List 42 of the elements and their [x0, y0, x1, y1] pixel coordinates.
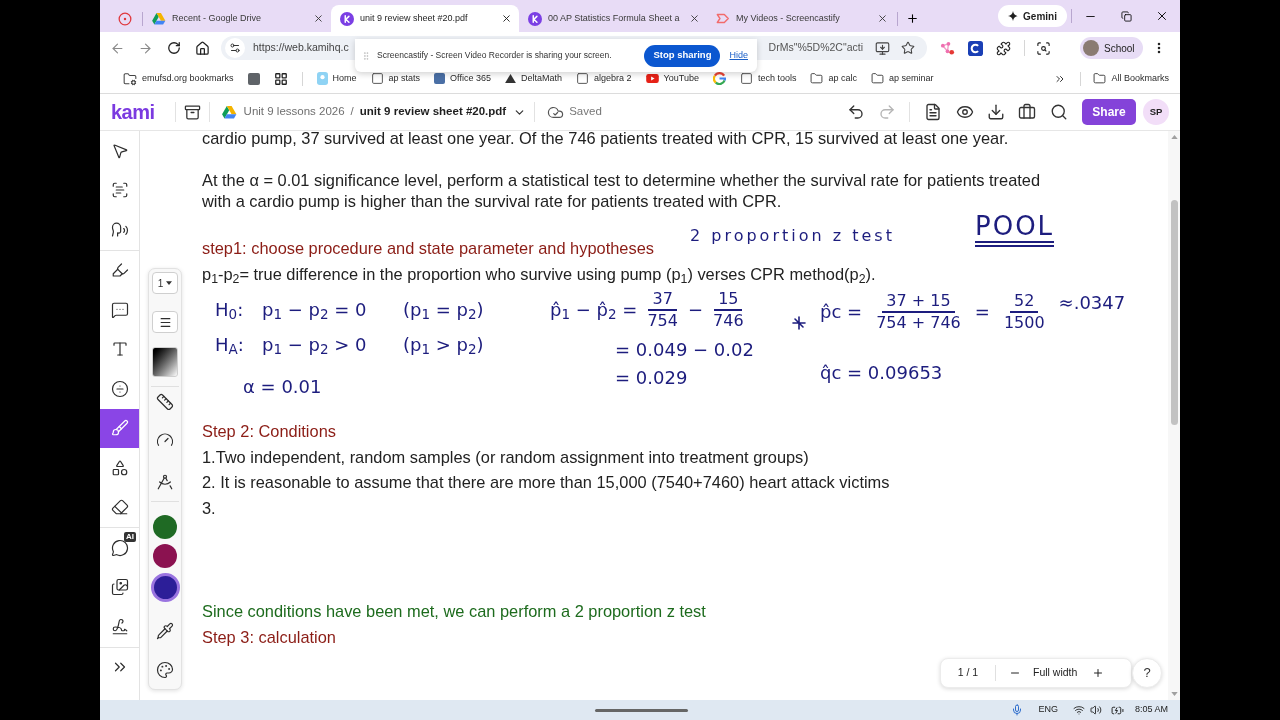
conclusion-text: Since conditions have been met, we can perform a 2 proportion z test	[202, 601, 706, 622]
handwritten-expression: = 0.049 − 0.02	[615, 338, 754, 362]
step-heading: step1: choose procedure and state parameter and hypotheses	[202, 238, 654, 259]
hypothesis-relation: (p$_{1}$ > p$_{2}$)	[403, 333, 484, 357]
handwritten-operator: −	[687, 298, 704, 322]
problem-text: cardio pump, 37 survived at least one year. Of the 746 patients treated with CPR, 15 survived at least one year.	[202, 129, 1009, 147]
parameter-definition: p$_{1}$-p$_{2}$= true difference in the proportion who survive using pump (p$_{1}$) verses CPR method(p$_{2}$).	[202, 264, 876, 286]
tool-badge: AI	[124, 532, 136, 542]
fraction-denominator: 754 + 746	[875, 313, 962, 333]
url-text: DrMs"%5D%2C"acti	[768, 40, 863, 56]
handwritten-operator: =	[974, 300, 990, 324]
problem-text: At the α = 0.01 significance level, perform a statistical test to determine whether the survival rate for patients treated with a cardio pump is higher than the survival rate for patients treated with CPR.	[202, 170, 1042, 212]
condition-text: 1.Two independent, random samples (or random assignment into treatment groups)	[202, 446, 809, 468]
fraction-numerator: 37 + 15	[882, 291, 955, 313]
handwritten-note: POOL	[975, 213, 1055, 247]
handwritten-note: 2 proportion z test	[690, 226, 895, 246]
fraction-numerator: 15	[714, 289, 743, 311]
hypothesis-label: H$_{A}$:	[215, 333, 244, 357]
step-heading: Step 3: calculation	[202, 626, 336, 648]
hypothesis-expression: p$_{1}$ − p$_{2}$ > 0	[262, 333, 367, 357]
fraction-denominator: 754	[646, 311, 679, 331]
handwritten-expression: = 0.029	[615, 366, 688, 390]
handwritten-expression: ≈.0347	[1058, 291, 1126, 315]
url-text: https://web.kamihq.c	[253, 40, 349, 56]
hypothesis-label: H$_{0}$:	[215, 298, 244, 322]
hypothesis-relation: (p$_{1}$ = p$_{2}$)	[403, 298, 484, 322]
handwritten-expression: q̂c = 0.09653	[820, 361, 943, 385]
condition-text: 3.	[202, 497, 216, 519]
fraction-numerator: 37	[648, 289, 677, 311]
save-status: Saved	[569, 104, 602, 120]
notification-text: Screencastify - Screen Video Recorder is sharing your screen.	[377, 49, 612, 62]
page-indicator: 1 / 1	[956, 665, 980, 681]
condition-text: 2. It is reasonable to assume that there are more than 15,000 (7540+7460) heart attack victims	[202, 472, 890, 493]
fraction-numerator: 52	[1010, 291, 1039, 313]
breadcrumb-separator: /	[350, 104, 354, 120]
handwritten-expression: p̂$_{1}$ − p̂$_{2}$ =	[550, 298, 638, 322]
fraction-denominator: 746	[712, 311, 745, 331]
hypothesis-expression: p$_{1}$ − p$_{2}$ = 0	[262, 298, 367, 322]
handwritten-expression: p̂c =	[820, 300, 863, 324]
fraction-denominator: 1500	[1002, 313, 1046, 333]
step-heading: Step 2: Conditions	[202, 421, 336, 442]
significance-level: α = 0.01	[243, 375, 322, 399]
